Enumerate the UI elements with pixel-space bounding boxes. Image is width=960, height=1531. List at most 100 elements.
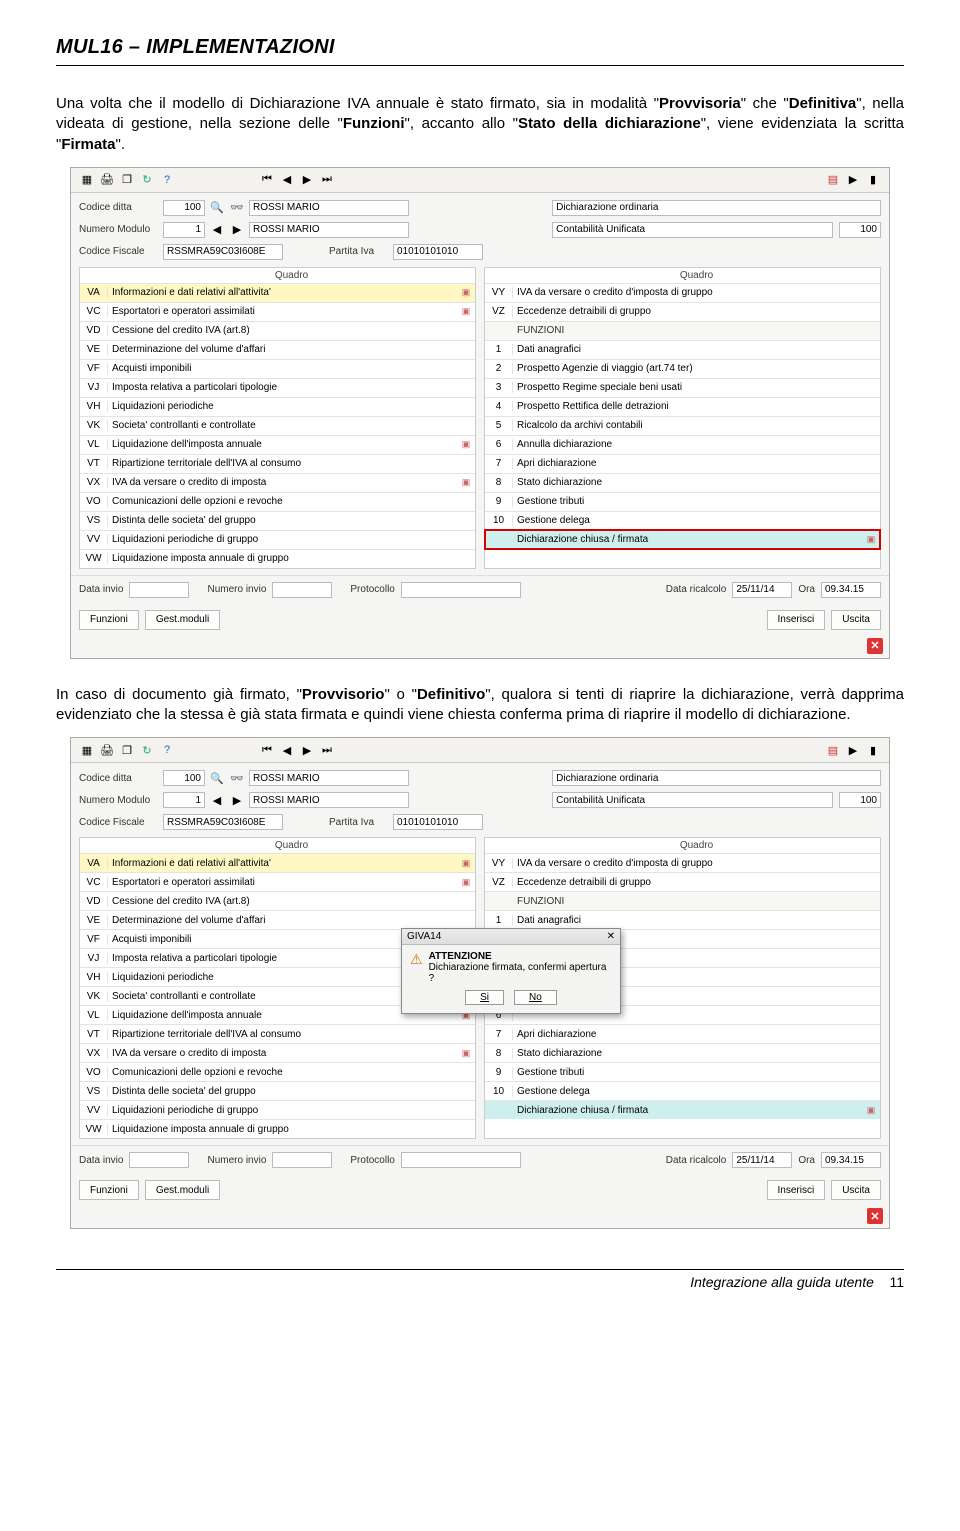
grid-row[interactable]: 10Gestione delega [485, 511, 880, 530]
grid-row[interactable]: VWLiquidazione imposta annuale di gruppo [80, 1119, 475, 1138]
pdf-icon[interactable]: ▤ [825, 172, 841, 188]
grid-row[interactable]: 1Dati anagrafici [485, 910, 880, 929]
field-numero-invio[interactable] [272, 1152, 332, 1168]
close-icon[interactable]: ✕ [867, 1208, 883, 1224]
grid-row[interactable]: VFAcquisti imponibili [80, 359, 475, 378]
search-icon[interactable]: 🔍 [209, 200, 225, 216]
grid-row[interactable]: VDCessione del credito IVA (art.8) [80, 891, 475, 910]
next-icon[interactable]: ▶ [299, 742, 315, 758]
funzioni-button[interactable]: Funzioni [79, 610, 139, 630]
grid-row[interactable]: Dichiarazione chiusa / firmata▣ [485, 1100, 880, 1119]
grid-row[interactable]: 4Prospetto Rettifica delle detrazioni [485, 397, 880, 416]
grid-row[interactable]: VCEsportatori e operatori assimilati▣ [80, 302, 475, 321]
grid-row[interactable]: VKSocieta' controllanti e controllate [80, 416, 475, 435]
field-data-invio[interactable] [129, 1152, 189, 1168]
grid-row[interactable]: VZEccedenze detraibili di gruppo [485, 302, 880, 321]
grid-row[interactable]: 10Gestione delega [485, 1081, 880, 1100]
grid-row[interactable]: VSDistinta delle societa' del gruppo [80, 511, 475, 530]
grid-row[interactable]: VXIVA da versare o credito di imposta▣ [80, 473, 475, 492]
uscita-button[interactable]: Uscita [831, 1180, 881, 1200]
grid-row[interactable]: 8Stato dichiarazione [485, 1043, 880, 1062]
field-codice-ditta[interactable]: 100 [163, 200, 205, 216]
grid-icon[interactable]: ▦ [79, 172, 95, 188]
grid-row[interactable]: VOComunicazioni delle opzioni e revoche [80, 492, 475, 511]
search-icon[interactable]: 🔍 [209, 770, 225, 786]
grid-row[interactable]: VAInformazioni e dati relativi all'attiv… [80, 283, 475, 302]
grid-row[interactable]: VHLiquidazioni periodiche [80, 397, 475, 416]
grid-row[interactable]: 8Stato dichiarazione [485, 473, 880, 492]
gest-moduli-button[interactable]: Gest.moduli [145, 610, 220, 630]
grid-row[interactable]: VYIVA da versare o credito d'imposta di … [485, 853, 880, 872]
prev-icon[interactable]: ◀ [279, 172, 295, 188]
grid-row[interactable]: VEDeterminazione del volume d'affari [80, 340, 475, 359]
help-icon[interactable]: ? [159, 742, 175, 758]
grid-row[interactable]: VTRipartizione territoriale dell'IVA al … [80, 454, 475, 473]
binoculars-icon[interactable]: 👓 [229, 200, 245, 216]
grid-row[interactable]: VVLiquidazioni periodiche di gruppo [80, 530, 475, 549]
field-numero-modulo[interactable]: 1 [163, 222, 205, 238]
grid-row[interactable]: Dichiarazione chiusa / firmata▣ [485, 530, 880, 549]
forward-icon[interactable]: ▶ [845, 172, 861, 188]
next-small-icon[interactable]: ▶ [229, 792, 245, 808]
next-icon[interactable]: ▶ [299, 172, 315, 188]
prev-small-icon[interactable]: ◀ [209, 792, 225, 808]
menu-icon[interactable]: ▮ [865, 742, 881, 758]
copy-icon[interactable]: ❐ [119, 742, 135, 758]
grid-row[interactable]: 5Ricalcolo da archivi contabili [485, 416, 880, 435]
grid-row[interactable]: 7Apri dichiarazione [485, 1024, 880, 1043]
print-icon[interactable]: 🖨 [99, 172, 115, 188]
grid-row[interactable]: 3Prospetto Regime speciale beni usati [485, 378, 880, 397]
copy-icon[interactable]: ❐ [119, 172, 135, 188]
grid-row[interactable]: 9Gestione tributi [485, 492, 880, 511]
grid-row[interactable]: VVLiquidazioni periodiche di gruppo [80, 1100, 475, 1119]
menu-icon[interactable]: ▮ [865, 172, 881, 188]
dialog-no-button[interactable]: No [514, 990, 557, 1005]
field-numero-modulo[interactable]: 1 [163, 792, 205, 808]
inserisci-button[interactable]: Inserisci [767, 610, 826, 630]
last-icon[interactable]: ⏭ [319, 172, 335, 188]
prev-icon[interactable]: ◀ [279, 742, 295, 758]
grid-row[interactable]: VZEccedenze detraibili di gruppo [485, 872, 880, 891]
grid-row[interactable]: VOComunicazioni delle opzioni e revoche [80, 1062, 475, 1081]
binoculars-icon[interactable]: 👓 [229, 770, 245, 786]
print-icon[interactable]: 🖨 [99, 742, 115, 758]
field-codice-ditta[interactable]: 100 [163, 770, 205, 786]
field-protocollo[interactable] [401, 582, 521, 598]
grid-row[interactable]: VJImposta relativa a particolari tipolog… [80, 378, 475, 397]
help-icon[interactable]: ? [159, 172, 175, 188]
grid-row[interactable]: VWLiquidazione imposta annuale di gruppo [80, 549, 475, 568]
grid-row[interactable]: 6Annulla dichiarazione [485, 435, 880, 454]
grid-row[interactable]: VSDistinta delle societa' del gruppo [80, 1081, 475, 1100]
field-numero-invio[interactable] [272, 582, 332, 598]
grid-row[interactable]: VAInformazioni e dati relativi all'attiv… [80, 853, 475, 872]
dialog-yes-button[interactable]: Si [465, 990, 504, 1005]
next-small-icon[interactable]: ▶ [229, 222, 245, 238]
grid-row[interactable]: 1Dati anagrafici [485, 340, 880, 359]
grid-row[interactable]: VCEsportatori e operatori assimilati▣ [80, 872, 475, 891]
field-data-invio[interactable] [129, 582, 189, 598]
grid-row[interactable]: VLLiquidazione dell'imposta annuale▣ [80, 435, 475, 454]
inserisci-button[interactable]: Inserisci [767, 1180, 826, 1200]
last-icon[interactable]: ⏭ [319, 742, 335, 758]
uscita-button[interactable]: Uscita [831, 610, 881, 630]
forward-icon[interactable]: ▶ [845, 742, 861, 758]
grid-row[interactable]: VYIVA da versare o credito d'imposta di … [485, 283, 880, 302]
refresh-icon[interactable]: ↻ [139, 172, 155, 188]
refresh-icon[interactable]: ↻ [139, 742, 155, 758]
prev-small-icon[interactable]: ◀ [209, 222, 225, 238]
grid-row[interactable]: 9Gestione tributi [485, 1062, 880, 1081]
first-icon[interactable]: ⏮ [259, 172, 275, 188]
grid-row[interactable]: VTRipartizione territoriale dell'IVA al … [80, 1024, 475, 1043]
funzioni-button[interactable]: Funzioni [79, 1180, 139, 1200]
grid-row[interactable]: 7Apri dichiarazione [485, 454, 880, 473]
grid-icon[interactable]: ▦ [79, 742, 95, 758]
grid-row[interactable]: VEDeterminazione del volume d'affari [80, 910, 475, 929]
dialog-close-icon[interactable]: ✕ [607, 931, 615, 942]
grid-row[interactable]: VDCessione del credito IVA (art.8) [80, 321, 475, 340]
field-protocollo[interactable] [401, 1152, 521, 1168]
pdf-icon[interactable]: ▤ [825, 742, 841, 758]
first-icon[interactable]: ⏮ [259, 742, 275, 758]
close-icon[interactable]: ✕ [867, 638, 883, 654]
grid-row[interactable]: 2Prospetto Agenzie di viaggio (art.74 te… [485, 359, 880, 378]
gest-moduli-button[interactable]: Gest.moduli [145, 1180, 220, 1200]
